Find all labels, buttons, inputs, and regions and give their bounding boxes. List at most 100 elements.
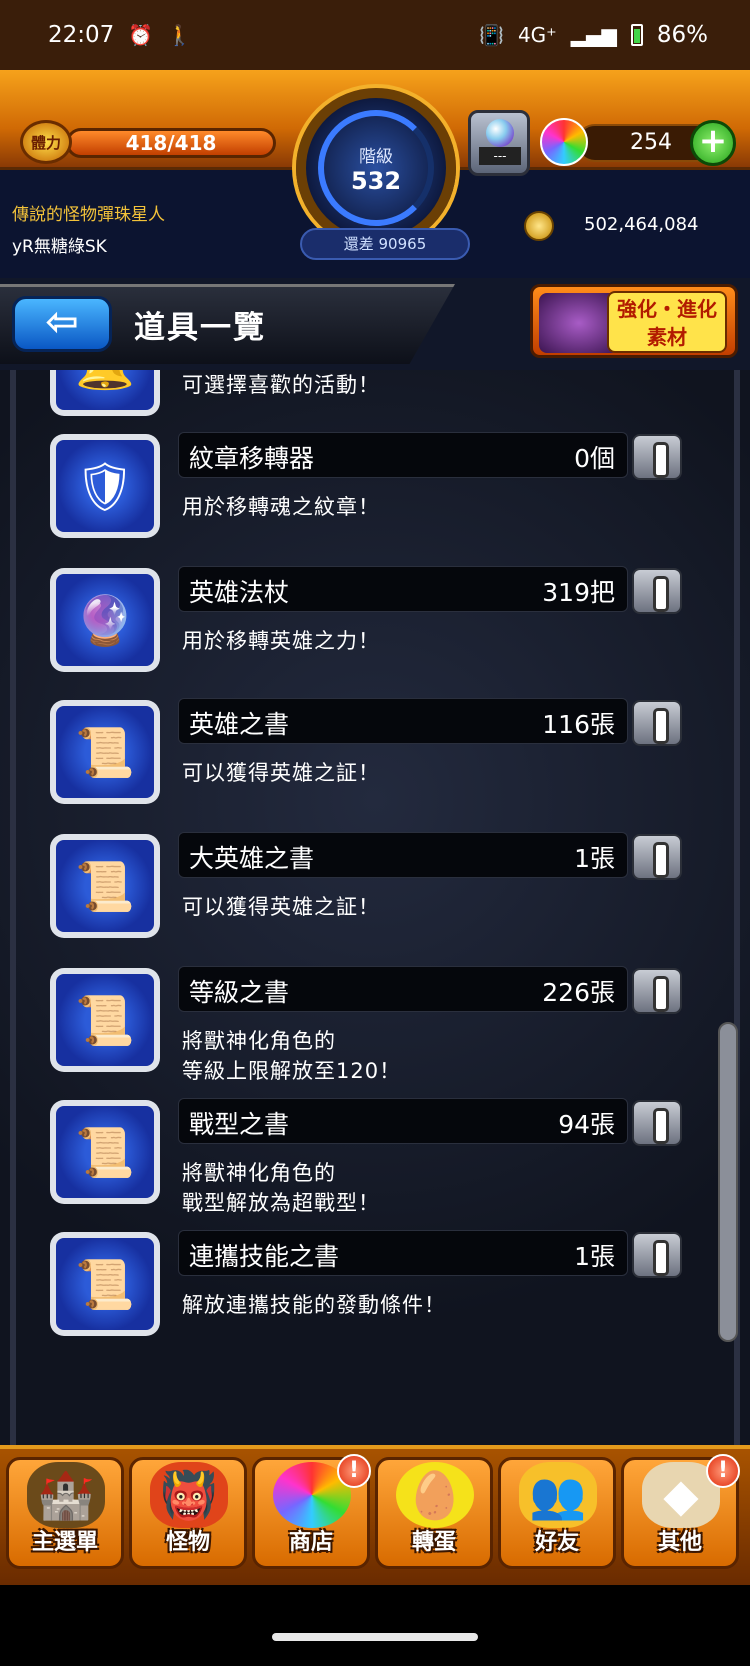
- material-button-label: 強化・進化 素材: [607, 291, 727, 353]
- nav-shop[interactable]: 商店 !: [252, 1454, 371, 1569]
- item-name: 連攜技能之書: [189, 1242, 340, 1271]
- page-title: 道具一覽: [134, 310, 266, 346]
- stamina-meter: 418/418 體力: [20, 120, 276, 164]
- item-name: 英雄之書: [189, 710, 290, 739]
- nav-label: 其他: [657, 1530, 702, 1555]
- item-description: 將獸神化角色的 等級上限解放至120！: [182, 1029, 402, 1083]
- level-book-icon: 📜: [56, 974, 154, 1066]
- rank-gauge[interactable]: 階級 532: [296, 88, 456, 248]
- item-description: 解放連攜技能的發動條件！: [182, 1293, 446, 1317]
- rank-exp-remaining: 還差 90965: [300, 228, 470, 260]
- gacha-count: ---: [479, 147, 521, 165]
- network-label: 4G⁺: [517, 23, 557, 47]
- item-description: 可以獲得英雄之証！: [182, 761, 380, 785]
- nav-monster[interactable]: 👹 怪物: [129, 1457, 247, 1569]
- list-item[interactable]: 📜 等級之書 226張 將獸神化角色的 等級上限解放至120！: [0, 966, 750, 1106]
- item-icon-frame: 📜: [50, 700, 160, 804]
- item-name-bar: 大英雄之書 1張: [178, 832, 628, 878]
- nav-label: 主選單: [31, 1530, 98, 1555]
- stamina-badge: 體力: [20, 120, 72, 164]
- battery-icon: [630, 24, 643, 46]
- item-description: 用於移轉魂之紋章！: [182, 495, 380, 519]
- item-info-button[interactable]: [632, 568, 682, 614]
- item-info-button[interactable]: [632, 700, 682, 746]
- item-name-bar: 等級之書 226張: [178, 966, 628, 1012]
- player-title: 傳說的怪物彈珠星人: [12, 205, 165, 225]
- back-button[interactable]: ⇦: [12, 296, 112, 352]
- egg-icon: 🥚: [396, 1462, 474, 1528]
- great-hero-book-icon: 📜: [56, 840, 154, 932]
- item-count: 1張: [574, 844, 615, 873]
- item-name: 戰型之書: [189, 1110, 290, 1139]
- list-item[interactable]: 📜 英雄之書 116張 可以獲得英雄之証！: [0, 698, 750, 838]
- item-icon-frame: 🔮: [50, 568, 160, 672]
- battle-type-book-icon: 📜: [56, 1106, 154, 1198]
- item-icon-frame: 📜: [50, 1100, 160, 1204]
- back-arrow-icon: ⇦: [45, 299, 79, 345]
- nav-friends[interactable]: 👥 好友: [498, 1457, 616, 1569]
- walking-icon: 🚶: [167, 23, 193, 47]
- list-item[interactable]: 📜 連攜技能之書 1張 解放連攜技能的發動條件！: [0, 1230, 750, 1370]
- item-list[interactable]: 🔔 可選擇喜歡的活動！ 🛡 紋章移轉器 0個 用於移轉魂之紋章！ 🔮 英雄法杖 …: [0, 370, 750, 1445]
- item-info-button[interactable]: [632, 834, 682, 880]
- bottom-nav: 🏰 主選單 👹 怪物 商店 ! 🥚 轉蛋 👥 好友 ◆ 其他 !: [0, 1445, 750, 1585]
- item-info-button[interactable]: [632, 1100, 682, 1146]
- status-bar: 22:07 ⏰ 🚶 📳 4G⁺ ▂▄▆ 86%: [0, 0, 750, 70]
- buy-orbs-button[interactable]: +: [690, 120, 736, 166]
- nav-label: 好友: [534, 1530, 579, 1555]
- item-name: 紋章移轉器: [189, 444, 315, 473]
- signal-icon: ▂▄▆: [570, 23, 617, 47]
- list-item[interactable]: 📜 大英雄之書 1張 可以獲得英雄之証！: [0, 832, 750, 972]
- hero-book-icon: 📜: [56, 706, 154, 798]
- item-count: 0個: [574, 444, 615, 473]
- item-name: 等級之書: [189, 978, 290, 1007]
- item-name: 英雄法杖: [189, 578, 290, 607]
- gold-amount: 502,464,084: [584, 214, 699, 235]
- nav-gacha[interactable]: 🥚 轉蛋: [375, 1457, 493, 1569]
- item-icon-frame: 🛡: [50, 434, 160, 538]
- stamina-value: 418/418: [66, 128, 276, 158]
- orb-counter: 254 +: [540, 118, 736, 168]
- nav-label: 怪物: [165, 1530, 210, 1555]
- item-info-button[interactable]: [632, 968, 682, 1014]
- alarm-icon: ⏰: [128, 23, 154, 47]
- hero-staff-icon: 🔮: [56, 574, 154, 666]
- item-icon-frame: 📜: [50, 968, 160, 1072]
- item-name-bar: 戰型之書 94張: [178, 1098, 628, 1144]
- player-name: yR無糖綠SK: [12, 237, 107, 257]
- item-description: 可選擇喜歡的活動！: [182, 373, 380, 397]
- item-count: 1張: [574, 1242, 615, 1271]
- gacha-orb-icon: [486, 119, 514, 147]
- system-nav-bar: [0, 1585, 750, 1666]
- battery-percent: 86%: [656, 22, 708, 48]
- monster-icon: 👹: [150, 1462, 228, 1528]
- castle-icon: 🏰: [27, 1462, 105, 1528]
- item-description: 將獸神化角色的 戰型解放為超戰型！: [182, 1161, 380, 1215]
- list-item[interactable]: 🔮 英雄法杖 319把 用於移轉英雄之力！: [0, 566, 750, 706]
- item-description: 用於移轉英雄之力！: [182, 629, 380, 653]
- rainbow-orb-icon: [540, 118, 588, 166]
- list-item[interactable]: 🛡 紋章移轉器 0個 用於移轉魂之紋章！: [0, 432, 750, 572]
- status-time: 22:07: [48, 22, 115, 48]
- item-info-button[interactable]: [632, 1232, 682, 1278]
- nav-main-menu[interactable]: 🏰 主選單: [6, 1457, 124, 1569]
- rank-label: 階級: [359, 146, 393, 167]
- item-count: 116張: [542, 710, 615, 739]
- emblem-transfer-icon: 🛡: [56, 440, 154, 532]
- event-bell-icon: 🔔: [56, 370, 154, 410]
- link-skill-book-icon: 📜: [56, 1238, 154, 1330]
- item-info-button[interactable]: [632, 434, 682, 480]
- home-gesture-bar[interactable]: [272, 1633, 478, 1641]
- nav-other[interactable]: ◆ 其他 !: [621, 1454, 740, 1569]
- friends-icon: 👥: [519, 1462, 597, 1528]
- alert-badge: !: [337, 1454, 371, 1488]
- gacha-box-button[interactable]: ---: [468, 110, 530, 176]
- nav-label: 商店: [288, 1530, 333, 1555]
- item-count: 226張: [542, 978, 615, 1007]
- alert-badge: !: [706, 1454, 740, 1488]
- item-name-bar: 英雄法杖 319把: [178, 566, 628, 612]
- list-item[interactable]: 📜 戰型之書 94張 將獸神化角色的 戰型解放為超戰型！: [0, 1098, 750, 1238]
- item-name-bar: 英雄之書 116張: [178, 698, 628, 744]
- material-button[interactable]: 強化・進化 素材: [530, 284, 738, 358]
- nav-label: 轉蛋: [411, 1530, 456, 1555]
